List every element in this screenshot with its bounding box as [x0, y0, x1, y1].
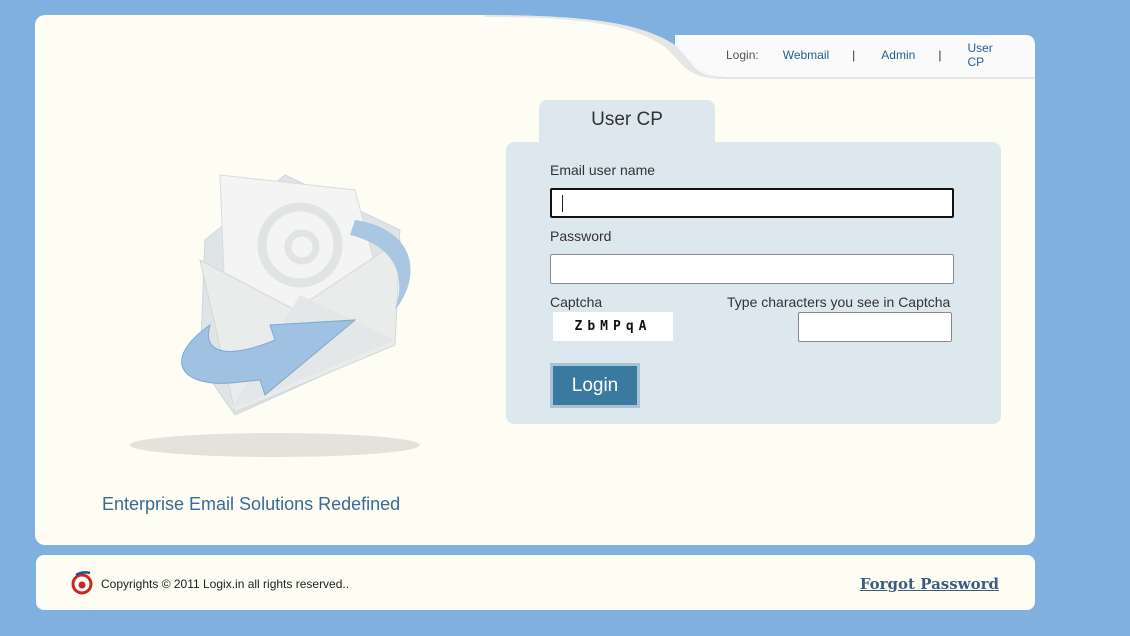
envelope-illustration-icon	[130, 174, 420, 457]
captcha-image: ZbMPqA	[553, 312, 673, 341]
admin-link[interactable]: Admin	[881, 48, 915, 62]
login-button[interactable]: Login	[550, 363, 640, 408]
email-label: Email user name	[550, 162, 656, 178]
forgot-password-link[interactable]: Forgot Password	[860, 575, 999, 593]
tagline: Enterprise Email Solutions Redefined	[102, 494, 401, 514]
captcha-label: Captcha	[550, 294, 603, 310]
logix-logo-icon	[71, 571, 93, 595]
top-login-nav: Login: Webmail | Admin | User CP	[690, 33, 1000, 77]
password-label: Password	[550, 228, 612, 244]
copyright-text: Copyrights © 2011 Logix.in all rights re…	[101, 577, 350, 591]
nav-separator: |	[938, 48, 942, 62]
user-cp-link[interactable]: User CP	[967, 41, 1000, 69]
text-cursor	[562, 195, 563, 212]
email-user-name-input[interactable]	[550, 188, 954, 218]
nav-separator: |	[852, 48, 856, 62]
captcha-prompt: Type characters you see in Captcha	[727, 294, 951, 310]
captcha-input[interactable]	[798, 312, 952, 342]
footer: Copyrights © 2011 Logix.in all rights re…	[36, 555, 1035, 610]
tab-user-cp: User CP	[539, 100, 715, 148]
webmail-link[interactable]: Webmail	[783, 48, 829, 62]
password-input[interactable]	[550, 254, 954, 284]
login-label: Login:	[726, 48, 759, 62]
